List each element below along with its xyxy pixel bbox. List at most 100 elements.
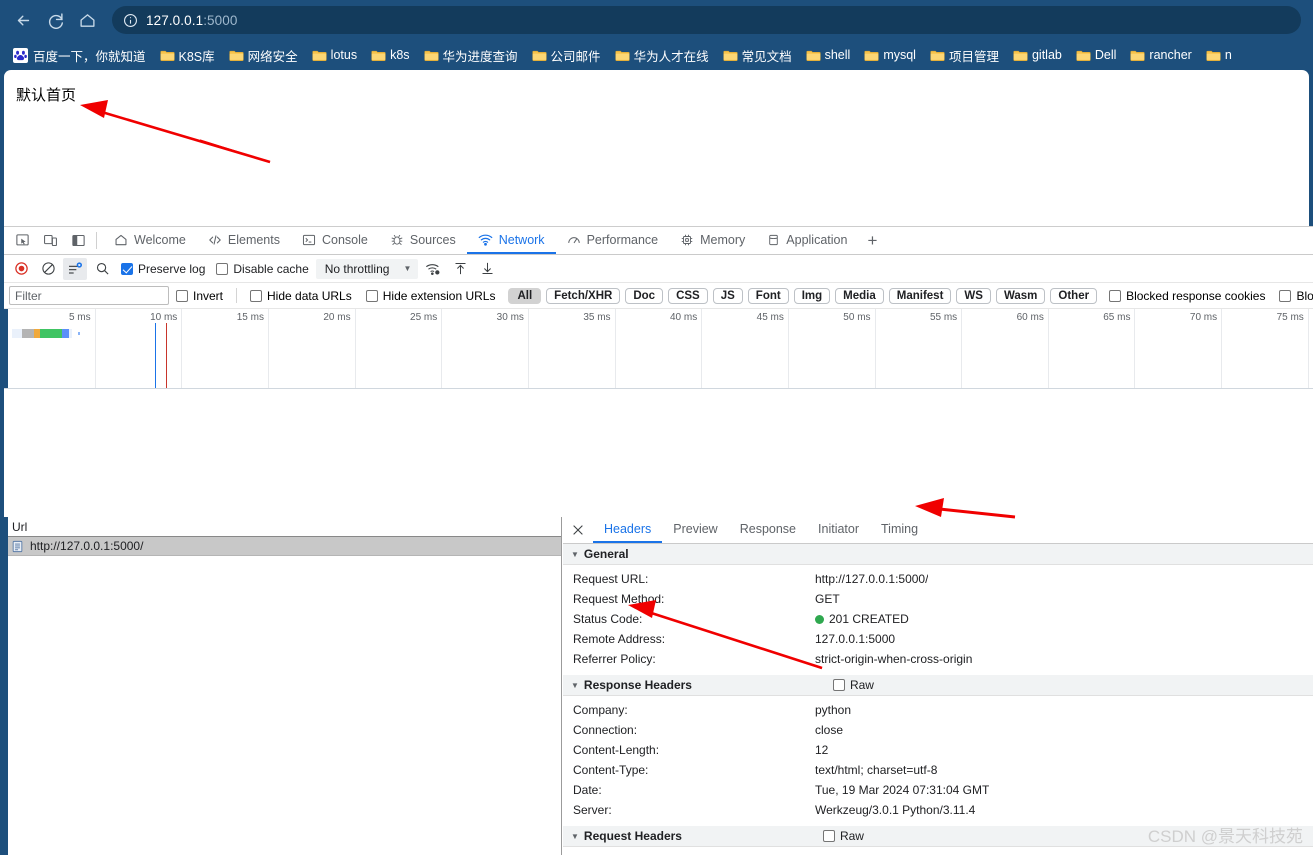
browser-chrome: 127.0.0.1:5000 百度一下，你就知道 K8S库 网络安全 lotus k8s… (0, 0, 1313, 70)
devtools-tab-application[interactable]: Application (756, 227, 858, 254)
resource-type-filter-ws[interactable]: WS (956, 287, 991, 304)
resource-type-filter-fetch-xhr[interactable]: Fetch/XHR (546, 287, 621, 304)
reload-button[interactable] (40, 5, 70, 35)
info-circle-icon[interactable] (122, 12, 138, 28)
resource-type-filter-img[interactable]: Img (793, 287, 831, 304)
section-header[interactable]: ▼ General (563, 544, 1313, 565)
back-button[interactable] (8, 5, 38, 35)
dock-side-icon[interactable] (64, 227, 92, 254)
record-stop-icon[interactable] (9, 258, 33, 280)
timeline-gridline (1307, 309, 1309, 388)
add-panel-button[interactable]: + (858, 227, 886, 254)
blocked-response-cookies-checkbox[interactable] (1109, 289, 1122, 302)
bookmark-item[interactable]: Dell (1069, 46, 1124, 64)
devtools-tab-label: Welcome (134, 232, 186, 247)
timeline-gridline (874, 309, 876, 388)
timeline-gridline (701, 309, 703, 388)
network-overview-timeline[interactable]: 5 ms 10 ms 15 ms 20 ms 25 ms 30 ms 35 ms 40 ms 4… (4, 309, 1313, 389)
devtools-tab-console[interactable]: Console (291, 227, 379, 254)
header-name: Connection: (573, 723, 638, 737)
devtools-tab-memory[interactable]: Memory (669, 227, 756, 254)
clear-no-entry-icon[interactable] (36, 258, 60, 280)
timeline-gridline (961, 309, 963, 388)
bookmark-item[interactable]: lotus (305, 46, 364, 64)
bookmark-item[interactable]: n (1199, 46, 1239, 64)
detail-tab-timing[interactable]: Timing (870, 517, 929, 543)
bookmark-item[interactable]: k8s (364, 46, 416, 64)
header-value: Werkzeug/3.0.1 Python/3.11.4 (815, 803, 976, 817)
preserve-log-toggle[interactable]: Preserve log (117, 262, 209, 276)
bookmark-item[interactable]: rancher (1123, 46, 1198, 64)
timeline-tick-label: 30 ms (496, 312, 524, 323)
bookmark-item[interactable]: 华为人才在线 (608, 44, 716, 67)
filter-input[interactable]: Filter (9, 286, 169, 305)
header-name: Accept: (563, 851, 815, 855)
hide-data-urls-toggle[interactable]: Hide data URLs (250, 289, 352, 303)
bookmark-item[interactable]: 华为进度查询 (417, 44, 525, 67)
hide-data-urls-checkbox[interactable] (250, 289, 263, 302)
resource-type-filter-font[interactable]: Font (747, 287, 789, 304)
network-conditions-icon[interactable] (421, 258, 445, 280)
blocked-requests-checkbox[interactable] (1279, 289, 1292, 302)
bookmark-item[interactable]: mysql (857, 46, 923, 64)
invert-checkbox[interactable] (176, 289, 188, 302)
timeline-gridline (1047, 309, 1049, 388)
search-icon[interactable] (90, 258, 114, 280)
resource-type-filter-manifest[interactable]: Manifest (888, 287, 952, 304)
devtools-tab-sources[interactable]: Sources (379, 227, 467, 254)
raw-checkbox[interactable] (832, 679, 845, 691)
folder-icon (229, 49, 244, 61)
raw-checkbox[interactable] (822, 830, 835, 842)
address-bar[interactable]: 127.0.0.1:5000 (112, 6, 1301, 34)
hide-extension-urls-toggle[interactable]: Hide extension URLs (365, 289, 495, 303)
devtools-tab-welcome[interactable]: Welcome (103, 227, 197, 254)
bookmark-item[interactable]: 百度一下，你就知道 (6, 44, 153, 67)
blocked-requests-toggle[interactable]: Blocked requests (1279, 289, 1313, 303)
devtools-tab-performance[interactable]: Performance (556, 227, 670, 254)
filter-with-clear-icon[interactable] (63, 257, 87, 280)
detail-tab-response[interactable]: Response (729, 517, 807, 543)
invert-toggle[interactable]: Invert (176, 289, 223, 303)
header-row: Content-Type: text/html; charset=utf-8 (563, 760, 1313, 780)
close-x-icon[interactable] (563, 517, 593, 543)
folder-icon (1130, 49, 1145, 61)
bookmark-item[interactable]: gitlab (1006, 46, 1069, 64)
inspect-element-icon[interactable] (8, 227, 36, 254)
resource-type-filter-css[interactable]: CSS (668, 287, 708, 304)
detail-tab-initiator[interactable]: Initiator (807, 517, 870, 543)
resource-type-filter-js[interactable]: JS (712, 287, 743, 304)
bookmark-item[interactable]: 公司邮件 (525, 44, 608, 67)
resource-type-filter-media[interactable]: Media (835, 287, 884, 304)
throttling-select[interactable]: No throttling ▼ (315, 258, 419, 279)
bookmark-item[interactable]: 常见文档 (716, 44, 799, 67)
resource-type-filter-all[interactable]: All (508, 287, 542, 304)
resource-type-filter-other[interactable]: Other (1050, 287, 1098, 304)
device-toolbar-icon[interactable] (36, 227, 64, 254)
preserve-log-checkbox[interactable] (121, 262, 133, 275)
network-filter-bar: Filter Invert Hide data URLs Hide extens… (4, 283, 1313, 309)
resource-type-filter-wasm[interactable]: Wasm (995, 287, 1046, 304)
home-button[interactable] (72, 5, 102, 35)
bookmark-item[interactable]: 网络安全 (222, 44, 305, 67)
hide-extension-urls-checkbox[interactable] (365, 289, 378, 302)
requests-column-header[interactable]: Url (4, 517, 561, 537)
disable-cache-checkbox[interactable] (216, 262, 229, 275)
download-arrow-icon[interactable] (475, 258, 499, 280)
devtools-tab-label: Sources (409, 232, 456, 247)
disable-cache-toggle[interactable]: Disable cache (212, 262, 312, 276)
devtools-tab-network[interactable]: Network (466, 227, 556, 254)
detail-tab-headers[interactable]: Headers (593, 517, 663, 543)
bookmark-item[interactable]: 项目管理 (923, 44, 1006, 67)
section-header[interactable]: ▼ Response Headers Raw (563, 675, 1313, 696)
devtools-tab-elements[interactable]: Elements (197, 227, 291, 254)
table-row[interactable]: http://127.0.0.1:5000/ (4, 537, 561, 556)
raw-toggle[interactable]: Raw (832, 678, 874, 692)
upload-arrow-icon[interactable] (448, 258, 472, 280)
raw-toggle[interactable]: Raw (822, 829, 864, 843)
resource-type-filter-doc[interactable]: Doc (625, 287, 664, 304)
bookmark-item[interactable]: shell (799, 46, 858, 64)
blocked-response-cookies-toggle[interactable]: Blocked response cookies (1109, 289, 1265, 303)
header-name: Company: (573, 703, 628, 717)
detail-tab-preview[interactable]: Preview (662, 517, 728, 543)
bookmark-item[interactable]: K8S库 (153, 44, 222, 67)
